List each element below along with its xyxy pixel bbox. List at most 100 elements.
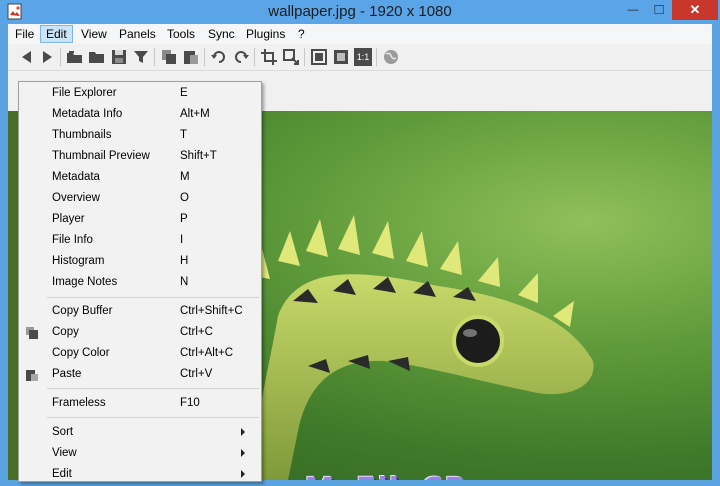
menu-item-label: Thumbnail Preview [52, 150, 150, 162]
menu-item-label: File Info [52, 234, 93, 246]
edit-menu-dropdown: File Explorer E Metadata Info Alt+M Thumbn… [18, 81, 262, 482]
menu-item-shortcut: Shift+T [180, 150, 217, 162]
resize-icon[interactable] [282, 48, 300, 66]
menu-file[interactable]: File [10, 25, 39, 43]
menu-item-shortcut: F10 [180, 397, 200, 409]
menu-item-file-explorer[interactable]: File Explorer E [19, 84, 261, 105]
menu-item-shortcut: P [180, 213, 188, 225]
fit-window-icon[interactable] [310, 48, 328, 66]
menu-plugins[interactable]: Plugins [241, 25, 290, 43]
menu-item-shortcut: Ctrl+C [180, 326, 213, 338]
menu-item-shortcut: O [180, 192, 189, 204]
menu-item-shortcut: N [180, 276, 189, 288]
menu-item-view[interactable]: View [19, 444, 261, 465]
toolbar: 1:1 [8, 44, 712, 71]
menu-item-label: Copy Buffer [52, 305, 113, 317]
menu-item-label: Sort [52, 426, 74, 438]
minimize-icon: — [627, 4, 639, 16]
menu-item-label: Histogram [52, 255, 105, 267]
copy-icon[interactable] [160, 48, 178, 66]
submenu-arrow-icon [241, 428, 245, 436]
copy-icon [26, 327, 38, 339]
submenu-arrow-icon [241, 449, 245, 457]
filter-icon[interactable] [132, 48, 150, 66]
rotate-right-icon[interactable] [232, 48, 250, 66]
menu-item-metadata[interactable]: Metadata M [19, 168, 261, 189]
menu-item-label: View [52, 447, 77, 459]
menu-tools[interactable]: Tools [162, 25, 200, 43]
menu-item-label: Metadata [52, 171, 100, 183]
save-icon[interactable] [110, 48, 128, 66]
menu-item-label: Copy Color [52, 347, 110, 359]
menu-separator [47, 297, 259, 298]
menu-item-edit[interactable]: Edit [19, 465, 261, 486]
toolbar-separator [204, 48, 205, 66]
menu-item-label: Overview [52, 192, 100, 204]
menu-item-label: Frameless [52, 397, 106, 409]
menu-item-label: Thumbnails [52, 129, 112, 141]
menu-item-shortcut: Ctrl+Alt+C [180, 347, 234, 359]
menu-item-label: Metadata Info [52, 108, 123, 120]
back-icon[interactable] [18, 48, 36, 66]
toolbar-separator [154, 48, 155, 66]
rotate-left-icon[interactable] [210, 48, 228, 66]
open-folder-icon[interactable] [66, 48, 84, 66]
globe-icon[interactable] [382, 48, 400, 66]
menu-item-thumbnails[interactable]: Thumbnails T [19, 126, 261, 147]
toolbar-separator [304, 48, 305, 66]
menu-view[interactable]: View [76, 25, 112, 43]
paste-icon[interactable] [182, 48, 200, 66]
menu-item-paste[interactable]: Paste Ctrl+V [19, 365, 261, 386]
menu-item-label: Image Notes [52, 276, 118, 288]
toolbar-separator [60, 48, 61, 66]
actual-size-icon: 1:1 [356, 52, 370, 62]
menu-item-histogram[interactable]: Histogram H [19, 252, 261, 273]
forward-icon[interactable] [38, 48, 56, 66]
submenu-arrow-icon [241, 470, 245, 478]
menu-help[interactable]: ? [293, 25, 310, 43]
menu-item-metadata-info[interactable]: Metadata Info Alt+M [19, 105, 261, 126]
menu-item-label: Edit [52, 468, 72, 480]
menu-item-frameless[interactable]: Frameless F10 [19, 394, 261, 415]
menu-item-shortcut: E [180, 87, 188, 99]
actual-size-button[interactable]: 1:1 [354, 48, 372, 66]
menu-item-sort[interactable]: Sort [19, 423, 261, 444]
toolbar-separator [254, 48, 255, 66]
folder-icon[interactable] [88, 48, 106, 66]
menu-separator [47, 388, 259, 389]
maximize-icon: □ [654, 1, 664, 18]
menu-item-thumbnail-preview[interactable]: Thumbnail Preview Shift+T [19, 147, 261, 168]
menu-item-file-info[interactable]: File Info I [19, 231, 261, 252]
menu-item-copy-color[interactable]: Copy Color Ctrl+Alt+C [19, 344, 261, 365]
menu-item-label: Paste [52, 368, 82, 380]
window-title: wallpaper.jpg - 1920 x 1080 [268, 3, 452, 20]
menu-item-label: Copy [52, 326, 79, 338]
menu-panels[interactable]: Panels [114, 25, 161, 43]
menu-item-shortcut: Ctrl+Shift+C [180, 305, 243, 317]
menu-item-label: File Explorer [52, 87, 117, 99]
menu-sync[interactable]: Sync [203, 25, 240, 43]
menu-item-shortcut: M [180, 171, 190, 183]
menu-separator [47, 417, 259, 418]
menu-item-shortcut: T [180, 129, 188, 141]
crop-icon[interactable] [260, 48, 278, 66]
menu-item-image-notes[interactable]: Image Notes N [19, 273, 261, 294]
menu-item-shortcut: I [180, 234, 184, 246]
menu-item-shortcut: Ctrl+V [180, 368, 213, 380]
menu-item-copy[interactable]: Copy Ctrl+C [19, 323, 261, 344]
menu-item-shortcut: Alt+M [180, 108, 210, 120]
menu-item-overview[interactable]: Overview O [19, 189, 261, 210]
close-icon: ✕ [689, 2, 701, 17]
minimize-button[interactable]: — [620, 0, 646, 20]
menu-edit[interactable]: Edit [40, 25, 73, 43]
menu-item-label: Player [52, 213, 85, 225]
paste-icon [26, 370, 38, 381]
title-bar[interactable]: wallpaper.jpg - 1920 x 1080 — □ ✕ [0, 0, 720, 24]
menu-item-shortcut: H [180, 255, 189, 267]
toolbar-separator [376, 48, 377, 66]
close-button[interactable]: ✕ [672, 0, 718, 20]
fullscreen-icon[interactable] [332, 48, 350, 66]
menu-item-copy-buffer[interactable]: Copy Buffer Ctrl+Shift+C [19, 302, 261, 323]
menu-item-player[interactable]: Player P [19, 210, 261, 231]
maximize-button[interactable]: □ [646, 0, 672, 20]
